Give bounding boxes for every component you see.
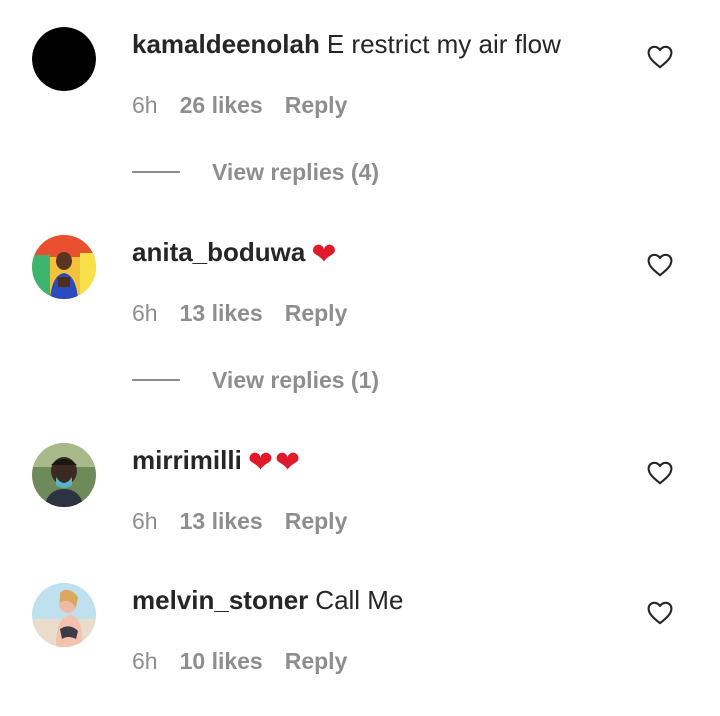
avatar-melvin-stoner[interactable] <box>32 583 96 647</box>
like-button[interactable] <box>647 461 673 485</box>
comment-time: 6h <box>132 648 158 674</box>
comment-time: 6h <box>132 300 158 326</box>
comment-body: Call Me <box>315 585 404 615</box>
heart-outline-icon <box>647 45 673 69</box>
comment-username[interactable]: anita_boduwa <box>132 237 305 267</box>
comment-username[interactable]: kamaldeenolah <box>132 29 320 59</box>
heart-emoji: ❤ <box>311 238 339 271</box>
comment-likes-count[interactable]: 26 likes <box>180 92 263 118</box>
comment-meta: 6h 26 likes Reply <box>132 91 347 119</box>
like-button[interactable] <box>647 45 673 69</box>
avatar-kamaldeenolah[interactable] <box>32 27 96 91</box>
avatar-anita-boduwa[interactable] <box>32 235 96 299</box>
heart-emoji: ❤❤ <box>247 446 303 479</box>
view-replies-divider <box>132 379 180 381</box>
comment-time: 6h <box>132 508 158 534</box>
comment-username[interactable]: mirrimilli <box>132 445 242 475</box>
comment-body: E restrict my air flow <box>326 29 561 59</box>
comment-meta: 6h 13 likes Reply <box>132 507 347 535</box>
reply-button[interactable]: Reply <box>285 508 348 534</box>
heart-outline-icon <box>647 461 673 485</box>
view-replies-label: View replies (1) <box>212 367 380 393</box>
heart-outline-icon <box>647 253 673 277</box>
comment-likes-count[interactable]: 10 likes <box>180 648 263 674</box>
view-replies-label: View replies (4) <box>212 159 380 185</box>
like-button[interactable] <box>647 601 673 625</box>
comment-meta: 6h 13 likes Reply <box>132 299 347 327</box>
comment-meta: 6h 10 likes Reply <box>132 647 347 675</box>
view-replies-divider <box>132 171 180 173</box>
comment-likes-count[interactable]: 13 likes <box>180 508 263 534</box>
reply-button[interactable]: Reply <box>285 300 348 326</box>
comment-likes-count[interactable]: 13 likes <box>180 300 263 326</box>
avatar-image <box>32 235 96 299</box>
avatar-image <box>32 443 96 507</box>
comment-time: 6h <box>132 92 158 118</box>
heart-outline-icon <box>647 601 673 625</box>
avatar-mirrimilli[interactable] <box>32 443 96 507</box>
reply-button[interactable]: Reply <box>285 648 348 674</box>
comment-text-line: anita_boduwa ❤ <box>132 236 339 271</box>
like-button[interactable] <box>647 253 673 277</box>
comment-username[interactable]: melvin_stoner <box>132 585 308 615</box>
reply-button[interactable]: Reply <box>285 92 348 118</box>
comment-text-line: kamaldeenolah E restrict my air flow <box>132 28 561 60</box>
comment-text-line: melvin_stoner Call Me <box>132 584 403 616</box>
avatar-image <box>32 27 96 91</box>
comment-text-line: mirrimilli ❤❤ <box>132 444 302 479</box>
avatar-image <box>32 583 96 647</box>
